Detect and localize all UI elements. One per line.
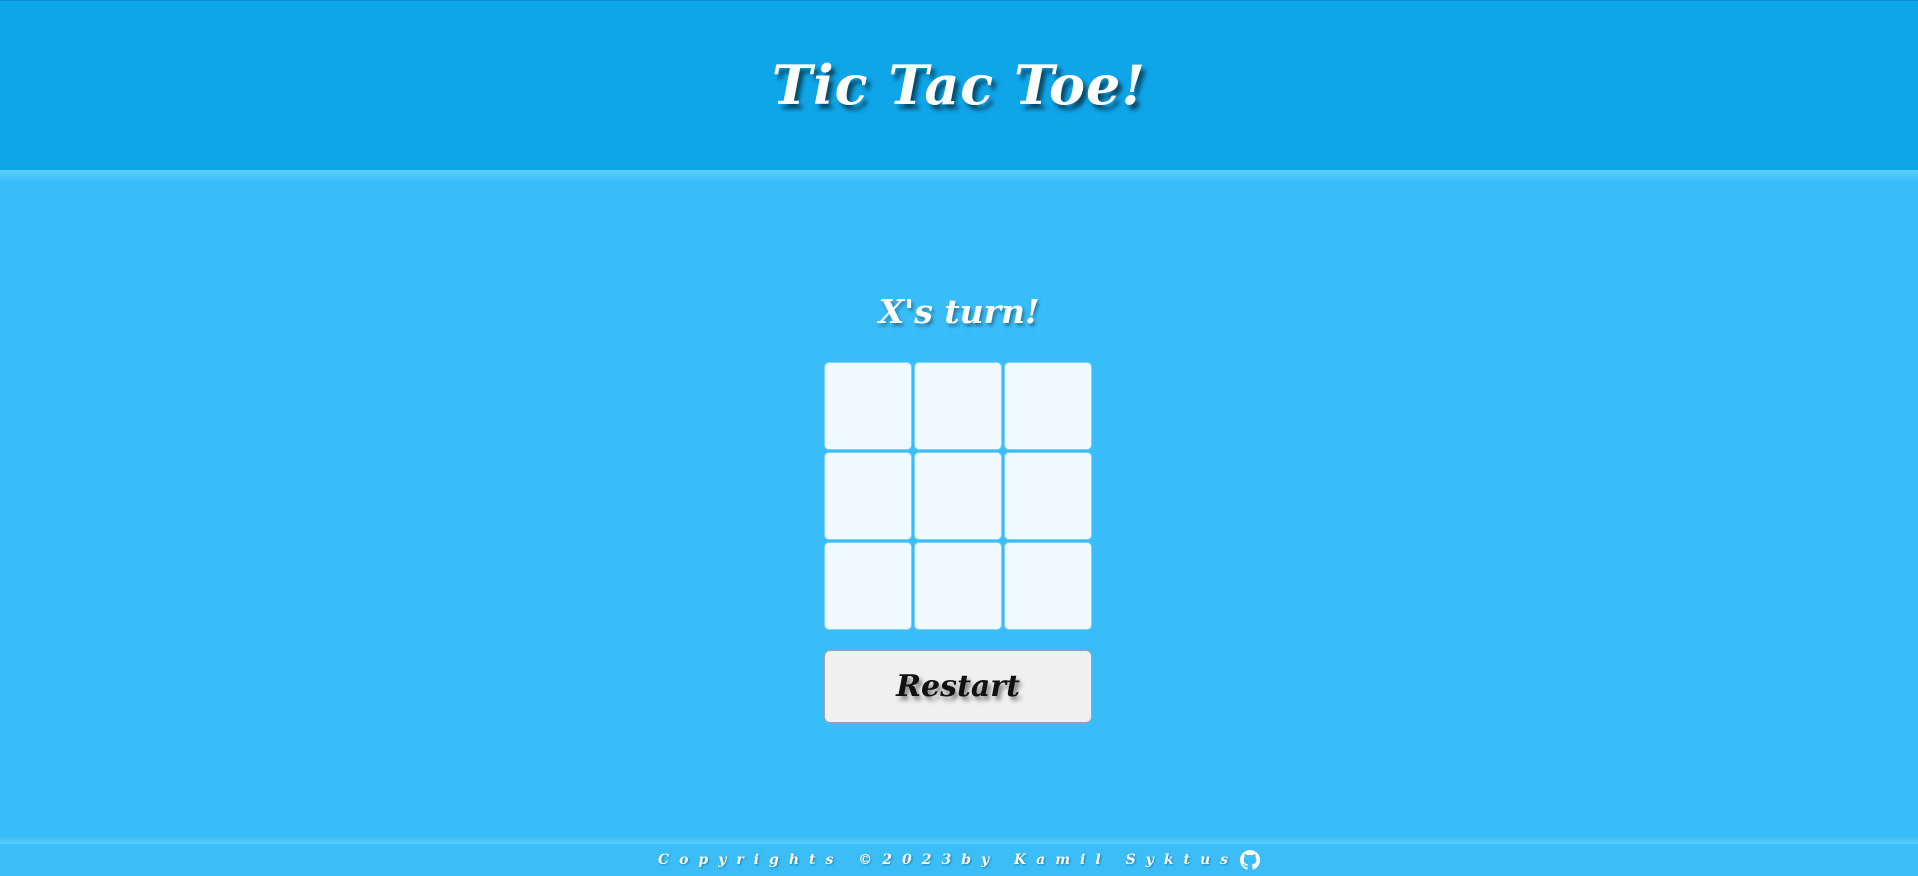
game-board: [824, 362, 1092, 630]
copyright-text: Copyrights ©2023by Kamil Syktus: [657, 852, 1239, 868]
board-cell-3[interactable]: [1004, 362, 1092, 450]
turn-status: X's turn!: [878, 292, 1040, 331]
board-cell-2[interactable]: [914, 362, 1002, 450]
github-icon[interactable]: [1240, 850, 1261, 870]
board-cell-5[interactable]: [914, 452, 1002, 540]
board-cell-6[interactable]: [1004, 452, 1092, 540]
board-cell-7[interactable]: [824, 542, 912, 630]
footer-bar: Copyrights ©2023by Kamil Syktus: [0, 844, 1918, 876]
board-cell-9[interactable]: [1004, 542, 1092, 630]
board-cell-8[interactable]: [914, 542, 1002, 630]
restart-button[interactable]: Restart: [824, 650, 1092, 723]
header-bar: Tic Tac Toe!: [0, 0, 1918, 170]
header-shadow: [0, 170, 1918, 182]
board-cell-4[interactable]: [824, 452, 912, 540]
board-cell-1[interactable]: [824, 362, 912, 450]
footer-shadow: [0, 836, 1918, 844]
page: Tic Tac Toe! X's turn! Restart Copyright…: [0, 0, 1918, 876]
page-title: Tic Tac Toe!: [771, 52, 1147, 117]
